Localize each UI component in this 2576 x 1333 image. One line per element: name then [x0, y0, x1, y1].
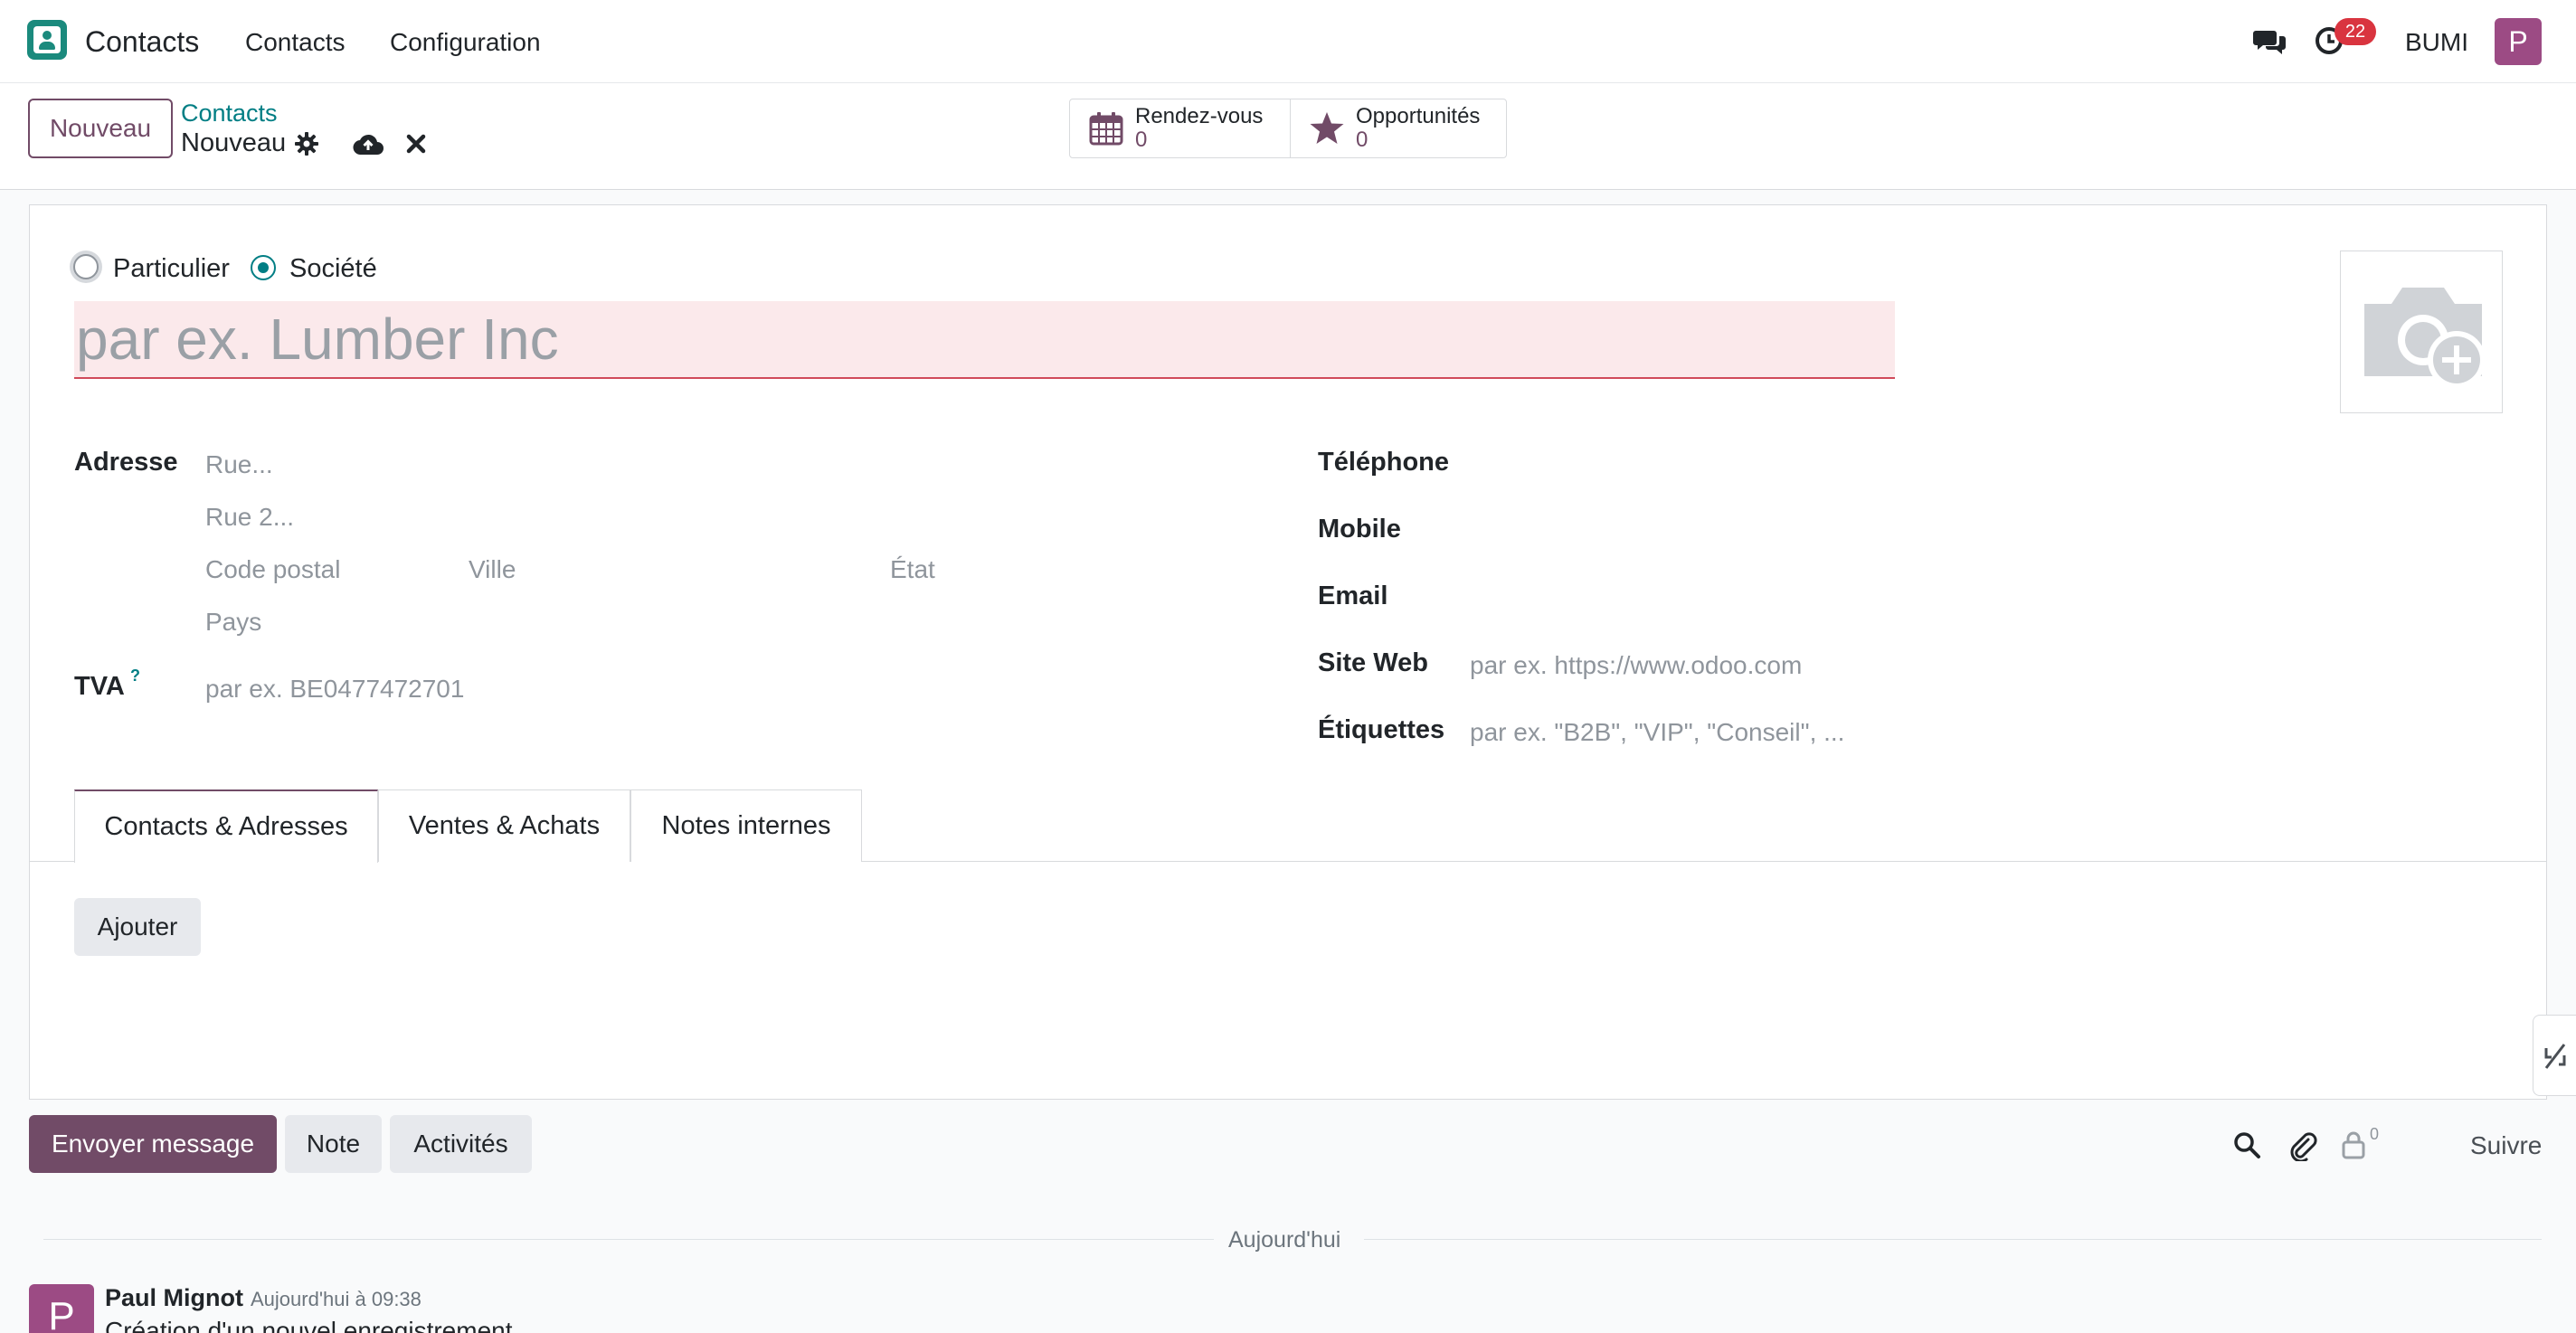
- control-panel: Nouveau Contacts Nouveau Rendez-vous 0 O…: [0, 83, 2576, 190]
- followers-count: 0: [2370, 1125, 2380, 1143]
- opportunities-smart-button[interactable]: Opportunités 0: [1291, 99, 1506, 157]
- breadcrumb-current: Nouveau: [181, 128, 287, 157]
- tab-internal-notes[interactable]: Notes internes: [630, 789, 862, 862]
- vat-input[interactable]: par ex. BE0477472701: [205, 675, 464, 704]
- breadcrumb-parent[interactable]: Contacts: [181, 99, 278, 128]
- street-input[interactable]: Rue...: [205, 450, 273, 479]
- log-note-button[interactable]: Note: [285, 1115, 382, 1173]
- search-icon[interactable]: [2232, 1130, 2261, 1159]
- message-author-avatar[interactable]: P: [29, 1284, 94, 1333]
- address-label: Adresse: [74, 448, 178, 477]
- message-date: Aujourd'hui à 09:38: [251, 1288, 421, 1310]
- paperclip-icon[interactable]: [2288, 1130, 2317, 1161]
- website-input[interactable]: par ex. https://www.odoo.com: [1470, 651, 1802, 680]
- date-separator-line-left: [43, 1239, 1214, 1240]
- discard-x-icon[interactable]: [405, 133, 427, 155]
- resize-icon: [2544, 1044, 2566, 1069]
- meetings-label: Rendez-vous: [1135, 104, 1264, 128]
- menu-configuration[interactable]: Configuration: [390, 28, 541, 57]
- activity-badge: 22: [2334, 18, 2376, 45]
- menu-contacts[interactable]: Contacts: [245, 28, 346, 57]
- country-select[interactable]: Pays: [205, 608, 261, 637]
- meetings-count: 0: [1135, 128, 1148, 152]
- website-label: Site Web: [1318, 648, 1428, 677]
- cloud-upload-icon[interactable]: [353, 131, 384, 156]
- app-name[interactable]: Contacts: [85, 25, 199, 59]
- calendar-icon: [1089, 112, 1123, 146]
- user-avatar[interactable]: P: [2495, 18, 2542, 65]
- chatter-resize-handle[interactable]: [2533, 1015, 2576, 1096]
- opportunities-count: 0: [1356, 128, 1368, 152]
- gear-icon[interactable]: [295, 132, 318, 156]
- zip-input[interactable]: Code postal: [205, 555, 340, 584]
- radio-company[interactable]: [251, 255, 276, 280]
- tags-input[interactable]: par ex. "B2B", "VIP", "Conseil", ...: [1470, 718, 1844, 747]
- vat-label: TVA: [74, 672, 125, 701]
- smart-buttons: Rendez-vous 0 Opportunités 0: [1069, 99, 1507, 158]
- radio-individual-label[interactable]: Particulier: [113, 254, 230, 284]
- send-message-button[interactable]: Envoyer message: [29, 1115, 277, 1173]
- message-author[interactable]: Paul Mignot: [105, 1284, 243, 1312]
- company-switcher[interactable]: BUMI: [2405, 28, 2468, 57]
- mobile-label: Mobile: [1318, 515, 1401, 544]
- state-select[interactable]: État: [890, 555, 935, 584]
- message-body: Création d'un nouvel enregistrement: [105, 1317, 513, 1333]
- image-upload[interactable]: [2340, 251, 2503, 413]
- new-button[interactable]: Nouveau: [28, 99, 173, 158]
- phone-label: Téléphone: [1318, 448, 1450, 477]
- date-separator: Aujourd'hui: [1228, 1227, 1341, 1253]
- vat-help-tooltip[interactable]: ?: [130, 666, 140, 685]
- tab-contacts-addresses[interactable]: Contacts & Adresses: [74, 789, 378, 863]
- radio-individual[interactable]: [73, 254, 99, 279]
- opportunities-label: Opportunités: [1356, 104, 1481, 128]
- tab-sales-purchases[interactable]: Ventes & Achats: [378, 789, 630, 862]
- contacts-app-icon[interactable]: [27, 20, 67, 60]
- notebook-tabs: Contacts & Adresses Ventes & Achats Note…: [30, 789, 2546, 863]
- star-icon: [1310, 112, 1344, 144]
- activities-button[interactable]: Activités: [390, 1115, 532, 1173]
- tags-label: Étiquettes: [1318, 715, 1445, 744]
- date-separator-line-right: [1364, 1239, 2542, 1240]
- followers-lock-icon[interactable]: [2342, 1130, 2365, 1159]
- messages-icon[interactable]: [2253, 27, 2287, 56]
- street2-input[interactable]: Rue 2...: [205, 503, 294, 532]
- camera-plus-icon: [2364, 288, 2486, 389]
- meetings-smart-button[interactable]: Rendez-vous 0: [1070, 99, 1291, 157]
- form-sheet: Particulier Société Adresse Rue... Rue 2…: [29, 204, 2547, 1100]
- company-name-input[interactable]: [74, 301, 1895, 379]
- top-navbar: Contacts Contacts Configuration 22 BUMI …: [0, 0, 2576, 83]
- radio-company-label[interactable]: Société: [289, 254, 377, 284]
- email-label: Email: [1318, 581, 1388, 610]
- city-input[interactable]: Ville: [469, 555, 516, 584]
- follow-button[interactable]: Suivre: [2470, 1131, 2542, 1160]
- add-contact-button[interactable]: Ajouter: [74, 898, 201, 956]
